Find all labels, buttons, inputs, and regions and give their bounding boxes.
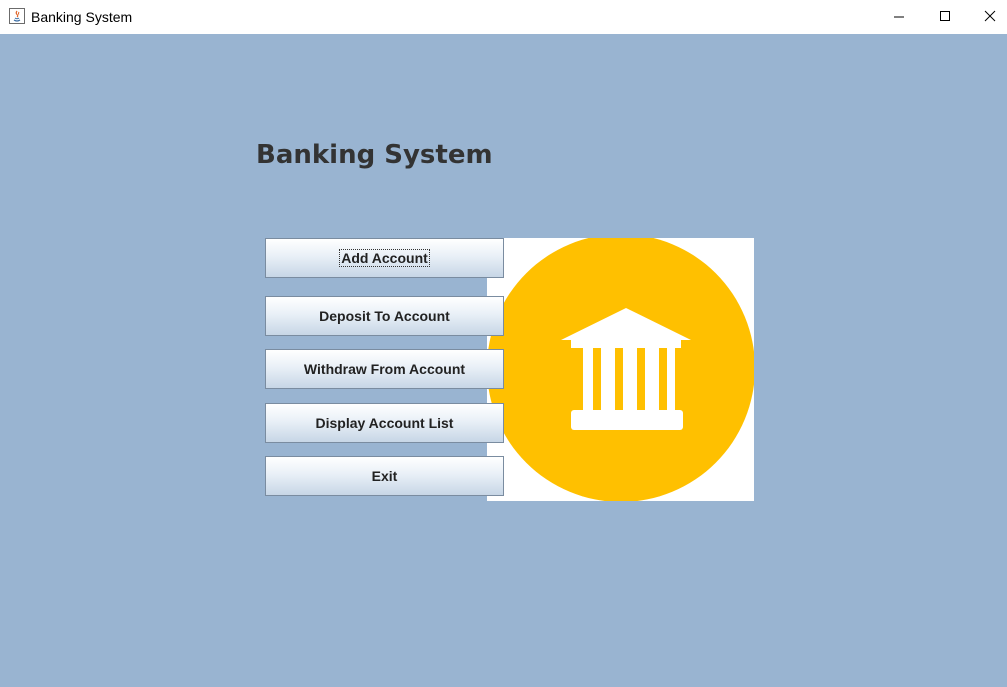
- deposit-to-account-label: Deposit To Account: [319, 308, 450, 324]
- java-app-icon: [9, 8, 25, 24]
- display-account-list-button[interactable]: Display Account List: [265, 403, 504, 443]
- page-title: Banking System: [256, 140, 493, 170]
- bank-building-icon: [487, 238, 754, 501]
- maximize-button[interactable]: [922, 0, 968, 32]
- add-account-label: Add Account: [339, 249, 430, 267]
- withdraw-from-account-label: Withdraw From Account: [303, 361, 466, 377]
- close-button[interactable]: [968, 0, 1007, 32]
- withdraw-from-account-button[interactable]: Withdraw From Account: [265, 349, 504, 389]
- add-account-button[interactable]: Add Account: [265, 238, 504, 278]
- main-panel: Banking System Add Account Deposit To Ac…: [0, 34, 1007, 687]
- minimize-button[interactable]: [876, 0, 922, 32]
- exit-button[interactable]: Exit: [265, 456, 504, 496]
- window-title: Banking System: [31, 9, 133, 25]
- banking-system-window: Banking System Banking System Add Accoun…: [0, 0, 1007, 687]
- exit-label: Exit: [371, 468, 398, 484]
- display-account-list-label: Display Account List: [315, 415, 454, 431]
- minimize-icon: [894, 16, 904, 18]
- deposit-to-account-button[interactable]: Deposit To Account: [265, 296, 504, 336]
- title-bar[interactable]: Banking System: [0, 0, 1007, 34]
- close-icon: [984, 10, 996, 22]
- maximize-icon: [940, 11, 950, 21]
